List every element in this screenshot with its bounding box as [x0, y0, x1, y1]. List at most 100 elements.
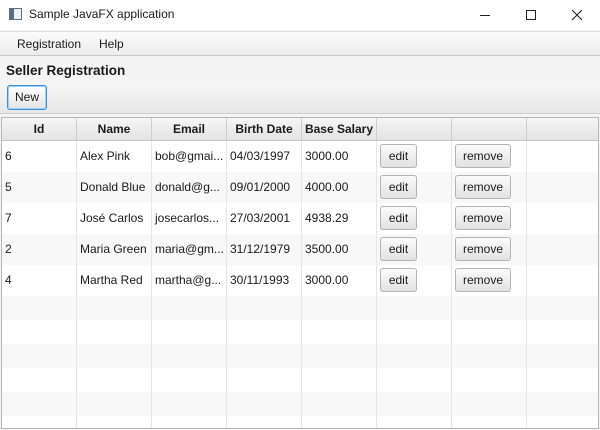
minimize-icon: [480, 15, 490, 16]
cell-birth-date: 04/03/1997: [227, 141, 302, 172]
close-button[interactable]: [554, 0, 600, 30]
cell-id: 5: [2, 172, 77, 203]
remove-button[interactable]: remove: [455, 268, 511, 292]
empty-cell: [2, 392, 77, 416]
empty-cell: [452, 344, 527, 368]
empty-cell: [152, 344, 227, 368]
maximize-icon: [526, 10, 536, 20]
toolbar: New: [0, 82, 600, 114]
remove-button[interactable]: remove: [455, 144, 511, 168]
title-bar[interactable]: Sample JavaFX application: [0, 0, 600, 30]
cell-email: donald@g...: [152, 172, 227, 203]
column-header-id[interactable]: Id: [2, 118, 77, 140]
empty-cell: [152, 320, 227, 344]
remove-button[interactable]: remove: [455, 175, 511, 199]
cell-email: martha@g...: [152, 265, 227, 296]
empty-cell: [302, 344, 377, 368]
table-row[interactable]: 5 Donald Blue donald@g... 09/01/2000 400…: [2, 172, 598, 203]
edit-button[interactable]: edit: [380, 175, 417, 199]
edit-button[interactable]: edit: [380, 237, 417, 261]
column-header-edit[interactable]: [377, 118, 452, 140]
cell-email: bob@gmai...: [152, 141, 227, 172]
cell-filler: [527, 141, 598, 172]
empty-row: [2, 296, 598, 320]
empty-cell: [2, 368, 77, 392]
column-header-base-salary[interactable]: Base Salary: [302, 118, 377, 140]
table-row[interactable]: 6 Alex Pink bob@gmai... 04/03/1997 3000.…: [2, 141, 598, 172]
empty-cell: [152, 368, 227, 392]
cell-id: 4: [2, 265, 77, 296]
cell-name: José Carlos: [77, 203, 152, 234]
empty-cell: [527, 296, 598, 320]
cell-edit: edit: [377, 265, 452, 296]
empty-cell: [227, 392, 302, 416]
cell-name: Alex Pink: [77, 141, 152, 172]
empty-cell: [377, 344, 452, 368]
empty-cell: [152, 392, 227, 416]
window-title: Sample JavaFX application: [29, 7, 175, 21]
empty-cell: [527, 368, 598, 392]
cell-remove: remove: [452, 265, 527, 296]
app-window-icon: [9, 8, 22, 20]
cell-remove: remove: [452, 141, 527, 172]
empty-cell: [302, 416, 377, 428]
remove-button[interactable]: remove: [455, 237, 511, 261]
table-row[interactable]: 4 Martha Red martha@g... 30/11/1993 3000…: [2, 265, 598, 296]
column-header-remove[interactable]: [452, 118, 527, 140]
cell-name: Donald Blue: [77, 172, 152, 203]
cell-id: 6: [2, 141, 77, 172]
empty-cell: [152, 296, 227, 320]
empty-cell: [152, 416, 227, 428]
app-window: Sample JavaFX application Registration H…: [0, 0, 600, 430]
cell-remove: remove: [452, 172, 527, 203]
cell-edit: edit: [377, 234, 452, 265]
empty-cell: [377, 368, 452, 392]
empty-cell: [452, 368, 527, 392]
empty-cell: [2, 344, 77, 368]
empty-cell: [227, 416, 302, 428]
cell-base-salary: 3000.00: [302, 141, 377, 172]
empty-cell: [77, 320, 152, 344]
empty-cell: [377, 320, 452, 344]
empty-cell: [302, 392, 377, 416]
cell-base-salary: 4938.29: [302, 203, 377, 234]
empty-cell: [227, 320, 302, 344]
cell-email: maria@gm...: [152, 234, 227, 265]
empty-cell: [302, 368, 377, 392]
remove-button[interactable]: remove: [455, 206, 511, 230]
minimize-button[interactable]: [462, 0, 508, 30]
cell-birth-date: 30/11/1993: [227, 265, 302, 296]
menu-registration[interactable]: Registration: [17, 37, 81, 51]
empty-cell: [377, 416, 452, 428]
empty-cell: [302, 320, 377, 344]
empty-row: [2, 320, 598, 344]
edit-button[interactable]: edit: [380, 144, 417, 168]
empty-row: [2, 344, 598, 368]
edit-button[interactable]: edit: [380, 268, 417, 292]
cell-birth-date: 09/01/2000: [227, 172, 302, 203]
new-button[interactable]: New: [7, 85, 47, 110]
empty-row: [2, 368, 598, 392]
cell-remove: remove: [452, 203, 527, 234]
maximize-button[interactable]: [508, 0, 554, 30]
column-header-birth-date[interactable]: Birth Date: [227, 118, 302, 140]
cell-filler: [527, 265, 598, 296]
cell-edit: edit: [377, 172, 452, 203]
table-row[interactable]: 2 Maria Green maria@gm... 31/12/1979 350…: [2, 234, 598, 265]
column-header-email[interactable]: Email: [152, 118, 227, 140]
table-row[interactable]: 7 José Carlos josecarlos... 27/03/2001 4…: [2, 203, 598, 234]
column-header-name[interactable]: Name: [77, 118, 152, 140]
cell-id: 7: [2, 203, 77, 234]
cell-birth-date: 31/12/1979: [227, 234, 302, 265]
table-header: Id Name Email Birth Date Base Salary: [2, 118, 598, 141]
edit-button[interactable]: edit: [380, 206, 417, 230]
empty-cell: [77, 296, 152, 320]
empty-cell: [77, 344, 152, 368]
empty-row: [2, 392, 598, 416]
cell-birth-date: 27/03/2001: [227, 203, 302, 234]
menu-help[interactable]: Help: [99, 37, 124, 51]
empty-cell: [527, 392, 598, 416]
empty-cell: [452, 296, 527, 320]
empty-cell: [227, 344, 302, 368]
page-title: Seller Registration: [6, 63, 126, 78]
